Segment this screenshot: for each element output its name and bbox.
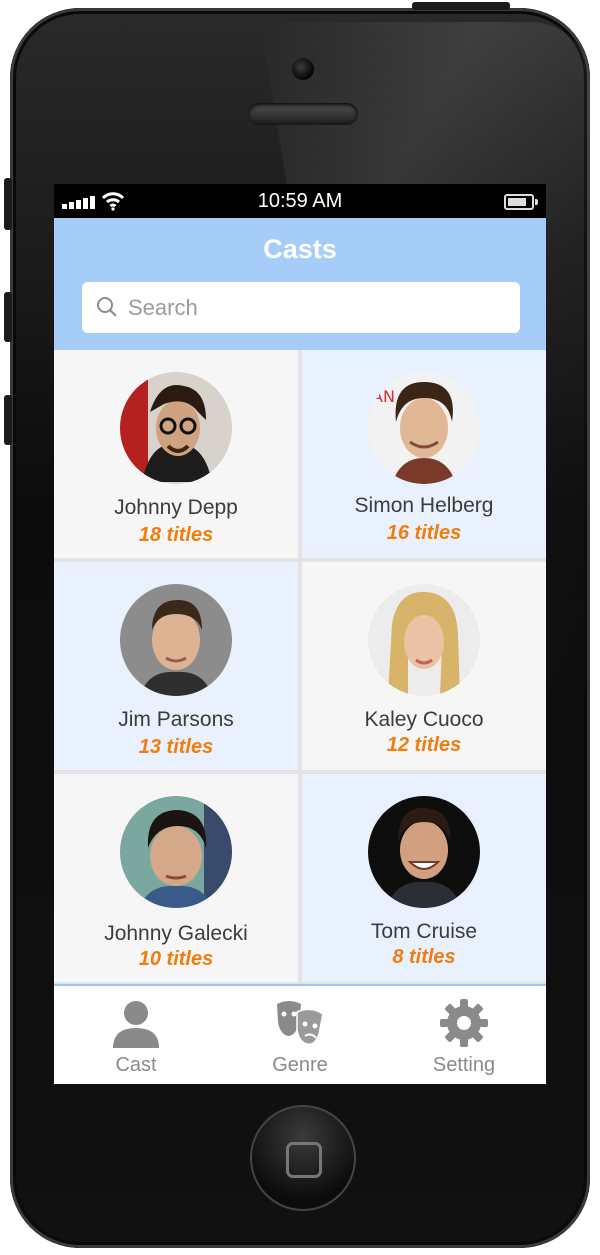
cast-titles-count: 12 titles bbox=[386, 734, 462, 756]
page-title: Casts bbox=[263, 234, 337, 264]
header: Casts Search bbox=[54, 218, 546, 350]
svg-text:AN: AN bbox=[372, 387, 395, 406]
cast-name: Kaley Cuoco bbox=[364, 708, 484, 731]
cast-card-kaley-cuoco[interactable]: Kaley Cuoco 12 titles bbox=[302, 562, 546, 770]
avatar bbox=[120, 584, 232, 696]
search-icon bbox=[97, 297, 117, 317]
cast-titles-count: 13 titles bbox=[138, 736, 214, 758]
cast-card-tom-cruise[interactable]: Tom Cruise 8 titles bbox=[302, 774, 546, 982]
person-icon bbox=[113, 1001, 159, 1048]
volume-down-button bbox=[4, 395, 12, 445]
tab-label: Genre bbox=[272, 1054, 328, 1076]
battery-icon bbox=[504, 194, 538, 210]
cast-name: Tom Cruise bbox=[370, 920, 478, 943]
tab-label: Cast bbox=[115, 1054, 157, 1076]
avatar bbox=[368, 584, 480, 696]
cast-titles-count: 16 titles bbox=[386, 522, 462, 544]
home-square-icon bbox=[286, 1142, 322, 1178]
cast-grid: Johnny Depp 18 titles AN Simon Helberg 1… bbox=[54, 350, 546, 984]
front-camera bbox=[292, 58, 314, 80]
cast-titles-count: 8 titles bbox=[392, 946, 456, 968]
tab-label: Setting bbox=[432, 1054, 496, 1076]
cast-card-johnny-depp[interactable]: Johnny Depp 18 titles bbox=[54, 350, 298, 558]
tab-cast[interactable]: Cast bbox=[54, 986, 218, 1084]
search-input[interactable]: Search bbox=[82, 282, 520, 333]
avatar bbox=[368, 796, 480, 908]
avatar: AN bbox=[368, 372, 480, 484]
search-placeholder: Search bbox=[128, 295, 198, 320]
cast-name: Simon Helberg bbox=[354, 494, 494, 517]
mute-switch bbox=[4, 178, 12, 230]
tab-genre[interactable]: Genre bbox=[218, 986, 382, 1084]
volume-up-button bbox=[4, 292, 12, 342]
cast-card-simon-helberg[interactable]: AN Simon Helberg 16 titles bbox=[302, 350, 546, 558]
cast-name: Johnny Depp bbox=[114, 496, 238, 519]
avatar bbox=[120, 372, 232, 484]
app-screen: 10:59 AM Casts Search Johnny Depp 18 tit… bbox=[54, 184, 546, 1084]
home-button[interactable] bbox=[250, 1105, 356, 1211]
cast-name: Johnny Galecki bbox=[104, 922, 248, 945]
avatar bbox=[120, 796, 232, 908]
earpiece-speaker bbox=[248, 103, 358, 125]
status-bar: 10:59 AM bbox=[54, 184, 546, 218]
cast-name: Jim Parsons bbox=[118, 708, 234, 731]
cast-card-jim-parsons[interactable]: Jim Parsons 13 titles bbox=[54, 562, 298, 770]
cast-card-johnny-galecki[interactable]: Johnny Galecki 10 titles bbox=[54, 774, 298, 982]
gear-icon bbox=[440, 999, 488, 1047]
theater-masks-icon bbox=[277, 1001, 324, 1046]
tab-setting[interactable]: Setting bbox=[382, 986, 546, 1084]
status-time: 10:59 AM bbox=[257, 190, 343, 212]
cast-titles-count: 18 titles bbox=[138, 524, 214, 546]
cast-titles-count: 10 titles bbox=[138, 948, 214, 970]
power-button bbox=[412, 2, 510, 10]
tab-bar: Cast Genre Setting bbox=[54, 984, 546, 1084]
